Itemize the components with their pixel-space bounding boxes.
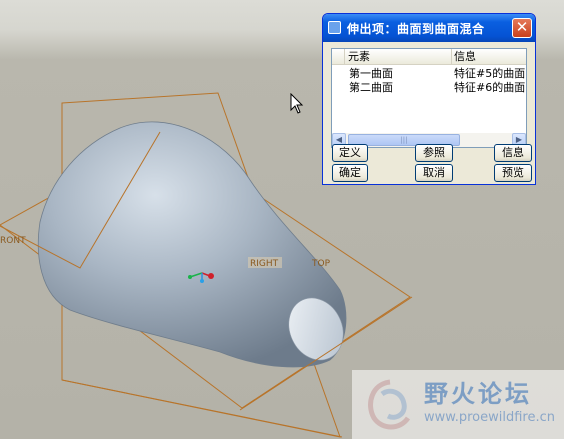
chevron-left-icon: ◀ — [335, 135, 343, 144]
element-cell: 第二曲面 — [349, 81, 393, 94]
column-header-info[interactable]: 信息 — [452, 49, 526, 65]
right-plane-label: RIGHT — [250, 259, 279, 269]
element-list[interactable]: 元素 信息 第一曲面 特征#5的曲面 第二曲面 特征#6的曲面 ◀ ||| ▶ — [331, 48, 527, 148]
info-cell: 特征#5的曲面 — [454, 67, 526, 80]
cancel-button[interactable]: 取消 — [415, 164, 453, 182]
window-icon — [328, 21, 341, 34]
datum-plane-edge — [61, 379, 343, 438]
define-button[interactable]: 定义 — [332, 144, 368, 162]
preview-button[interactable]: 预览 — [494, 164, 532, 182]
list-item[interactable]: 第一曲面 特征#5的曲面 — [332, 67, 526, 80]
protrusion-dialog: 伸出项：曲面到曲面混合 ✕ 元素 信息 第一曲面 特征#5的曲面 第二曲面 特征… — [322, 13, 536, 185]
chevron-right-icon: ▶ — [515, 135, 523, 144]
column-header-blank — [332, 49, 345, 65]
dialog-title: 伸出项：曲面到曲面混合 — [347, 22, 485, 36]
references-button[interactable]: 参照 — [415, 144, 453, 162]
forum-watermark: 野火论坛 www.proewildfire.cn — [352, 370, 564, 439]
close-icon: ✕ — [515, 18, 529, 36]
top-plane-label: TOP — [311, 259, 331, 269]
info-cell: 特征#6的曲面 — [454, 81, 526, 94]
list-item[interactable]: 第二曲面 特征#6的曲面 — [332, 81, 526, 94]
element-cell: 第一曲面 — [349, 67, 393, 80]
column-header-element[interactable]: 元素 — [345, 49, 452, 65]
info-button[interactable]: 信息 — [494, 144, 532, 162]
forum-logo-icon — [368, 379, 411, 430]
ok-button[interactable]: 确定 — [332, 164, 368, 182]
dialog-titlebar[interactable]: 伸出项：曲面到曲面混合 ✕ — [323, 14, 535, 42]
close-button[interactable]: ✕ — [512, 18, 532, 38]
front-plane-label: RONT — [0, 236, 26, 246]
forum-name: 野火论坛 — [424, 380, 532, 408]
mouse-pointer-icon — [290, 93, 304, 114]
forum-url: www.proewildfire.cn — [424, 410, 555, 425]
